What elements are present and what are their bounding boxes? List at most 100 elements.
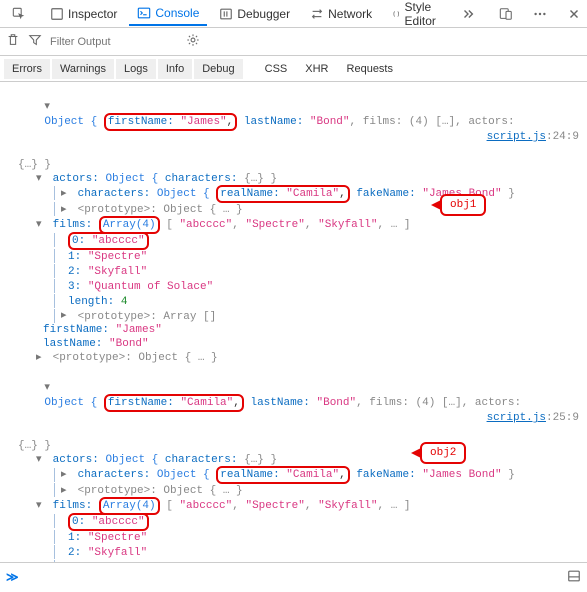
log-row[interactable]: ▾ Object { firstName: "James", lastName:… <box>0 86 587 158</box>
disclosure-down-icon[interactable]: ▾ <box>36 218 46 232</box>
split-console-button[interactable] <box>567 569 581 587</box>
devtools-toolbar: Inspector Console Debugger Network Style… <box>0 0 587 28</box>
highlight-box: firstName: "Camila", <box>104 394 244 412</box>
tree-row[interactable]: 1: "Spectre" <box>0 249 587 264</box>
inspector-icon <box>50 7 64 21</box>
disclosure-right-icon[interactable]: ▸ <box>61 187 71 201</box>
tree-row[interactable]: ▸ <prototype>: Object { … } <box>0 351 587 365</box>
annotation-obj2: obj2 <box>420 442 466 464</box>
annotation-obj1: obj1 <box>440 194 486 216</box>
network-icon <box>310 7 324 21</box>
tab-console-label: Console <box>155 6 199 20</box>
tree-row[interactable]: ▸ <prototype>: Object { … } <box>0 483 587 498</box>
console-filter-bar <box>0 28 587 56</box>
highlight-box: realName: "Camila", <box>216 466 349 484</box>
disclosure-down-icon[interactable]: ▾ <box>36 499 46 513</box>
console-output[interactable]: ▾ Object { firstName: "James", lastName:… <box>0 82 587 562</box>
tab-style-editor-label: Style Editor <box>405 0 442 28</box>
tree-row[interactable]: 0: "abcccc" <box>0 233 587 249</box>
funnel-icon <box>28 33 42 47</box>
source-link[interactable]: script.js:24:9 <box>487 130 579 144</box>
cat-warnings[interactable]: Warnings <box>52 59 114 79</box>
tree-row[interactable]: ▸ <prototype>: Object { … } <box>0 202 587 217</box>
pick-element-icon <box>12 7 26 21</box>
tree-row[interactable]: 3: "Quantum of Solace" <box>0 560 587 562</box>
disclosure-right-icon[interactable]: ▸ <box>61 203 71 217</box>
kebab-menu[interactable] <box>525 3 555 25</box>
chevron-double-right-icon <box>461 7 475 21</box>
filter-input[interactable] <box>50 36 170 48</box>
settings-button[interactable] <box>186 33 200 50</box>
console-input[interactable] <box>25 571 561 585</box>
console-icon <box>137 6 151 20</box>
debugger-icon <box>219 7 233 21</box>
tab-console[interactable]: Console <box>129 2 207 26</box>
tree-row[interactable]: firstName: "James" <box>0 323 587 337</box>
cat-requests[interactable]: Requests <box>339 59 401 79</box>
tree-row[interactable]: ▸ <prototype>: Array [] <box>0 309 587 324</box>
source-link[interactable]: script.js:25:9 <box>487 411 579 425</box>
tab-debugger[interactable]: Debugger <box>211 3 298 25</box>
object-label: Object { <box>44 116 103 128</box>
pick-element-button[interactable] <box>4 3 34 25</box>
console-input-row: ≫ <box>0 562 587 592</box>
tree-row[interactable]: 0: "abcccc" <box>0 514 587 530</box>
tree-row[interactable]: ▸ characters: Object { realName: "Camila… <box>0 467 587 483</box>
responsive-design-button[interactable] <box>491 3 521 25</box>
object-label: Object { <box>44 397 103 409</box>
log-row-cont: {…} } <box>0 158 587 172</box>
highlight-box: 0: "abcccc" <box>68 513 149 531</box>
tab-style-editor[interactable]: Style Editor <box>384 0 449 32</box>
tab-network-label: Network <box>328 7 372 21</box>
disclosure-right-icon[interactable]: ▸ <box>61 468 71 482</box>
disclosure-down-icon[interactable]: ▾ <box>36 453 46 467</box>
tree-row[interactable]: 2: "Skyfall" <box>0 264 587 279</box>
filter-icon-wrap <box>28 33 42 50</box>
trash-icon <box>6 33 20 47</box>
tree-row[interactable]: ▾ actors: Object { characters: {…} } <box>0 172 587 186</box>
cat-info[interactable]: Info <box>158 59 192 79</box>
highlight-box: 0: "abcccc" <box>68 232 149 250</box>
clear-console-button[interactable] <box>6 33 20 50</box>
kebab-icon <box>533 7 547 21</box>
tab-inspector[interactable]: Inspector <box>42 3 125 25</box>
split-panel-icon <box>567 569 581 583</box>
cat-logs[interactable]: Logs <box>116 59 156 79</box>
close-devtools[interactable] <box>559 3 587 25</box>
tab-inspector-label: Inspector <box>68 7 117 21</box>
console-category-bar: Errors Warnings Logs Info Debug CSS XHR … <box>0 56 587 82</box>
log-row[interactable]: ▾ Object { firstName: "Camila", lastName… <box>0 367 587 439</box>
tree-row[interactable]: 3: "Quantum of Solace" <box>0 279 587 294</box>
tab-network[interactable]: Network <box>302 3 380 25</box>
cat-css[interactable]: CSS <box>257 59 296 79</box>
prompt-chevron-icon: ≫ <box>6 570 19 585</box>
responsive-icon <box>499 7 513 21</box>
disclosure-down-icon[interactable]: ▾ <box>44 381 54 395</box>
tree-row[interactable]: ▸ characters: Object { realName: "Camila… <box>0 186 587 202</box>
cat-debug[interactable]: Debug <box>194 59 242 79</box>
disclosure-right-icon[interactable]: ▸ <box>61 309 71 323</box>
gear-icon <box>186 33 200 47</box>
tree-row[interactable]: lastName: "Bond" <box>0 337 587 351</box>
tab-overflow[interactable] <box>453 3 483 25</box>
disclosure-down-icon[interactable]: ▾ <box>36 172 46 186</box>
highlight-box: realName: "Camila", <box>216 185 349 203</box>
tree-row[interactable]: length: 4 <box>0 294 587 309</box>
disclosure-down-icon[interactable]: ▾ <box>44 100 54 114</box>
tree-row[interactable]: ▾ films: Array(4) [ "abcccc", "Spectre",… <box>0 217 587 233</box>
annotation-arrow-icon <box>431 200 441 210</box>
tree-row[interactable]: ▾ films: Array(4) [ "abcccc", "Spectre",… <box>0 498 587 514</box>
disclosure-right-icon[interactable]: ▸ <box>61 484 71 498</box>
highlight-box: firstName: "James", <box>104 113 237 131</box>
cat-xhr[interactable]: XHR <box>297 59 336 79</box>
tree-row[interactable]: 1: "Spectre" <box>0 530 587 545</box>
annotation-arrow-icon <box>411 448 421 458</box>
tree-row[interactable]: 2: "Skyfall" <box>0 545 587 560</box>
disclosure-right-icon[interactable]: ▸ <box>36 351 46 365</box>
close-icon <box>567 7 581 21</box>
log-row-cont: {…} } <box>0 439 587 453</box>
tree-row[interactable]: ▾ actors: Object { characters: {…} } <box>0 453 587 467</box>
style-editor-icon <box>392 7 400 21</box>
cat-errors[interactable]: Errors <box>4 59 50 79</box>
tab-debugger-label: Debugger <box>237 7 290 21</box>
